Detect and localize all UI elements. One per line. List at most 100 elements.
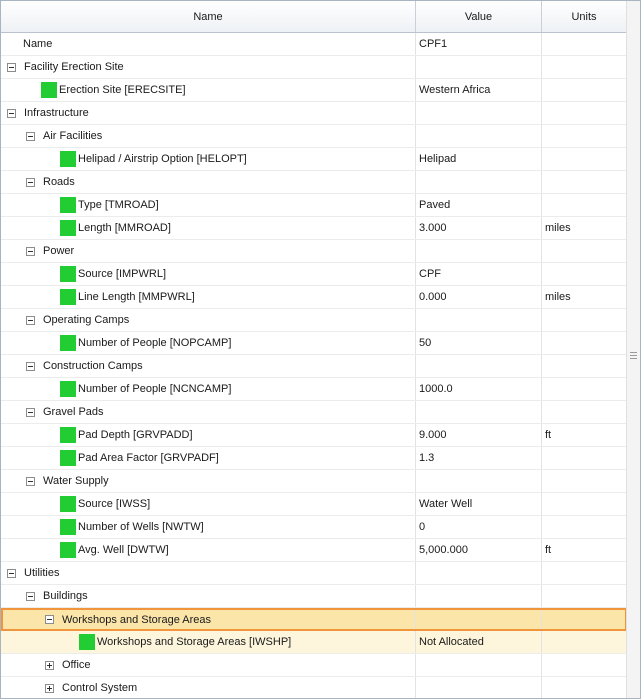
grid-row-power[interactable]: Power: [1, 240, 627, 263]
collapse-icon[interactable]: [7, 568, 16, 578]
name-cell[interactable]: Gravel Pads: [1, 401, 416, 423]
scrollbar-grip-icon[interactable]: [630, 352, 637, 359]
name-cell[interactable]: Name: [1, 33, 416, 55]
value-cell[interactable]: 3.000: [416, 217, 542, 239]
value-cell[interactable]: [416, 125, 542, 147]
value-cell[interactable]: 5,000.000: [416, 539, 542, 561]
column-header-name[interactable]: Name: [1, 1, 416, 32]
value-cell[interactable]: [416, 240, 542, 262]
value-cell[interactable]: Helipad: [416, 148, 542, 170]
name-cell[interactable]: Helipad / Airstrip Option [HELOPT]: [1, 148, 416, 170]
grid-row-impwrl[interactable]: Source [IMPWRL] CPF: [1, 263, 627, 286]
name-cell[interactable]: Source [IWSS]: [1, 493, 416, 515]
name-cell[interactable]: Workshops and Storage Areas [IWSHP]: [1, 631, 416, 653]
collapse-icon[interactable]: [26, 246, 35, 256]
grid-row-gravel-pads[interactable]: Gravel Pads: [1, 401, 627, 424]
grid-row-infrastructure[interactable]: Infrastructure: [1, 102, 627, 125]
value-cell[interactable]: [416, 56, 542, 78]
name-cell[interactable]: Water Supply: [1, 470, 416, 492]
grid-row-facility-erection-site[interactable]: Facility Erection Site: [1, 56, 627, 79]
name-cell[interactable]: Type [TMROAD]: [1, 194, 416, 216]
grid-row-nopcamp[interactable]: Number of People [NOPCAMP] 50: [1, 332, 627, 355]
grid-row-utilities[interactable]: Utilities: [1, 562, 627, 585]
value-cell[interactable]: 50: [416, 332, 542, 354]
collapse-icon[interactable]: [26, 177, 35, 187]
grid-row-buildings[interactable]: Buildings: [1, 585, 627, 608]
name-cell[interactable]: Avg. Well [DWTW]: [1, 539, 416, 561]
name-cell[interactable]: Buildings: [1, 585, 416, 607]
value-cell[interactable]: [416, 677, 542, 698]
grid-row-control-system[interactable]: Control System: [1, 677, 627, 698]
grid-row-grvpadf[interactable]: Pad Area Factor [GRVPADF] 1.3: [1, 447, 627, 470]
value-cell[interactable]: [416, 171, 542, 193]
value-cell[interactable]: [416, 654, 542, 676]
grid-row-nwtw[interactable]: Number of Wells [NWTW] 0: [1, 516, 627, 539]
collapse-icon[interactable]: [7, 108, 16, 118]
collapse-icon[interactable]: [26, 315, 35, 325]
collapse-icon[interactable]: [26, 131, 35, 141]
name-cell[interactable]: Air Facilities: [1, 125, 416, 147]
value-cell[interactable]: Paved: [416, 194, 542, 216]
name-cell[interactable]: Roads: [1, 171, 416, 193]
grid-row-mmpwrl[interactable]: Line Length [MMPWRL] 0.000 miles: [1, 286, 627, 309]
name-cell[interactable]: Line Length [MMPWRL]: [1, 286, 416, 308]
name-cell[interactable]: Number of Wells [NWTW]: [1, 516, 416, 538]
grid-row-construction-camps[interactable]: Construction Camps: [1, 355, 627, 378]
grid-row-name[interactable]: Name CPF1: [1, 33, 627, 56]
name-cell[interactable]: Length [MMROAD]: [1, 217, 416, 239]
value-cell[interactable]: [416, 562, 542, 584]
name-cell[interactable]: Infrastructure: [1, 102, 416, 124]
value-cell[interactable]: CPF1: [416, 33, 542, 55]
value-cell[interactable]: 9.000: [416, 424, 542, 446]
name-cell[interactable]: Control System: [1, 677, 416, 698]
grid-row-roads[interactable]: Roads: [1, 171, 627, 194]
name-cell[interactable]: Construction Camps: [1, 355, 416, 377]
value-cell[interactable]: CPF: [416, 263, 542, 285]
grid-row-mmroad[interactable]: Length [MMROAD] 3.000 miles: [1, 217, 627, 240]
grid-row-erecsite[interactable]: Erection Site [ERECSITE] Western Africa: [1, 79, 627, 102]
value-cell[interactable]: 0: [416, 516, 542, 538]
column-header-value[interactable]: Value: [416, 1, 542, 32]
collapse-icon[interactable]: [26, 591, 35, 601]
expand-icon[interactable]: [45, 660, 54, 670]
value-cell[interactable]: [416, 309, 542, 331]
column-header-units[interactable]: Units: [542, 1, 627, 32]
name-cell[interactable]: Pad Depth [GRVPADD]: [1, 424, 416, 446]
name-cell[interactable]: Number of People [NCNCAMP]: [1, 378, 416, 400]
collapse-icon[interactable]: [7, 62, 16, 72]
name-cell[interactable]: Number of People [NOPCAMP]: [1, 332, 416, 354]
grid-row-iwss[interactable]: Source [IWSS] Water Well: [1, 493, 627, 516]
grid-row-water-supply[interactable]: Water Supply: [1, 470, 627, 493]
value-cell[interactable]: [416, 355, 542, 377]
name-cell[interactable]: Power: [1, 240, 416, 262]
value-cell[interactable]: [416, 401, 542, 423]
value-cell[interactable]: 1000.0: [416, 378, 542, 400]
grid-row-operating-camps[interactable]: Operating Camps: [1, 309, 627, 332]
grid-row-grvpadd[interactable]: Pad Depth [GRVPADD] 9.000 ft: [1, 424, 627, 447]
value-cell[interactable]: Water Well: [416, 493, 542, 515]
value-cell[interactable]: [416, 608, 542, 631]
grid-row-office[interactable]: Office: [1, 654, 627, 677]
grid-row-workshops[interactable]: Workshops and Storage Areas: [1, 608, 627, 631]
grid-row-iwshp[interactable]: Workshops and Storage Areas [IWSHP] Not A…: [1, 631, 627, 654]
grid-row-tmroad[interactable]: Type [TMROAD] Paved: [1, 194, 627, 217]
collapse-icon[interactable]: [26, 407, 35, 417]
name-cell[interactable]: Workshops and Storage Areas: [1, 608, 416, 631]
collapse-icon[interactable]: [45, 615, 54, 624]
grid-row-ncncamp[interactable]: Number of People [NCNCAMP] 1000.0: [1, 378, 627, 401]
vertical-scrollbar[interactable]: [626, 1, 640, 698]
value-cell[interactable]: [416, 585, 542, 607]
name-cell[interactable]: Utilities: [1, 562, 416, 584]
value-cell[interactable]: Western Africa: [416, 79, 542, 101]
value-cell[interactable]: [416, 102, 542, 124]
collapse-icon[interactable]: [26, 476, 35, 486]
name-cell[interactable]: Operating Camps: [1, 309, 416, 331]
grid-row-helopt[interactable]: Helipad / Airstrip Option [HELOPT] Helipa…: [1, 148, 627, 171]
name-cell[interactable]: Office: [1, 654, 416, 676]
grid-row-dwtw[interactable]: Avg. Well [DWTW] 5,000.000 ft: [1, 539, 627, 562]
name-cell[interactable]: Facility Erection Site: [1, 56, 416, 78]
value-cell[interactable]: Not Allocated: [416, 631, 542, 653]
value-cell[interactable]: [416, 470, 542, 492]
name-cell[interactable]: Erection Site [ERECSITE]: [1, 79, 416, 101]
value-cell[interactable]: 1.3: [416, 447, 542, 469]
